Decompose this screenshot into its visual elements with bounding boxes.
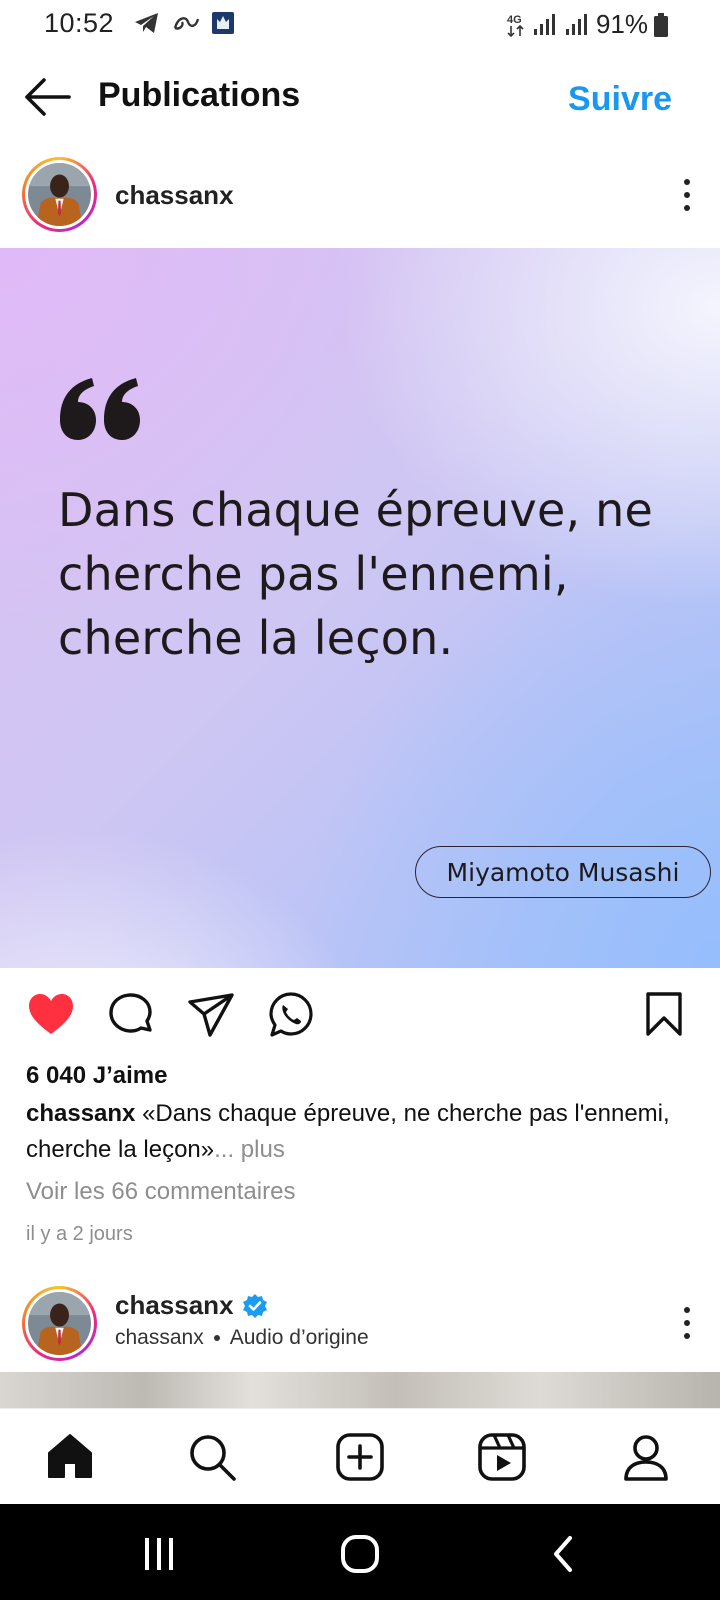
home-system-button[interactable] <box>340 1534 380 1574</box>
comment-icon <box>109 993 152 1033</box>
telegram-icon <box>135 13 158 33</box>
comment-button[interactable] <box>106 990 156 1040</box>
post-action-bar <box>0 980 720 1050</box>
system-navigation-bar <box>0 1504 720 1600</box>
verified-badge-icon <box>242 1293 267 1318</box>
post-image[interactable]: Dans chaque épreuve, ne cherche pas l'en… <box>0 248 720 968</box>
post-timestamp: il y a 2 jours <box>26 1223 133 1245</box>
quote-author: Miyamoto Musashi <box>415 846 711 898</box>
nav-create[interactable] <box>334 1431 386 1483</box>
create-icon <box>336 1433 384 1481</box>
home-button-icon <box>341 1535 379 1573</box>
heart-filled-icon <box>29 994 73 1034</box>
arrow-left-icon <box>25 78 71 116</box>
app-icon <box>173 17 200 30</box>
next-post-image[interactable] <box>0 1372 720 1408</box>
svg-text:4G: 4G <box>507 14 522 26</box>
next-post-username-row[interactable]: chassanx <box>115 1290 268 1321</box>
more-options-button[interactable] <box>680 176 694 216</box>
post-username[interactable]: chassanx <box>115 180 234 211</box>
share-button[interactable] <box>186 990 236 1040</box>
caption-more-link[interactable]: ... plus <box>214 1136 285 1163</box>
bottom-navigation <box>0 1408 720 1504</box>
quote-mark-icon <box>60 378 140 440</box>
avatar[interactable] <box>22 157 97 232</box>
nav-profile[interactable] <box>620 1431 672 1483</box>
quote-text: Dans chaque épreuve, ne cherche pas l'en… <box>58 483 653 665</box>
likes-count[interactable]: 6 040 J’aime <box>26 1062 167 1090</box>
nav-reels[interactable] <box>476 1431 528 1483</box>
back-icon <box>554 1536 572 1572</box>
next-post-subuser[interactable]: chassanx <box>115 1326 204 1350</box>
caption-username[interactable]: chassanx <box>26 1100 135 1127</box>
avatar-image <box>28 163 91 226</box>
next-post-username[interactable]: chassanx <box>115 1290 234 1321</box>
whatsapp-button[interactable] <box>266 990 316 1040</box>
recents-button[interactable] <box>139 1534 179 1574</box>
status-time: 10:52 <box>44 8 115 38</box>
battery-percent: 91% <box>595 9 648 39</box>
post-header: chassanx <box>0 150 720 242</box>
network-4g-icon: 4G <box>507 14 524 37</box>
home-icon <box>48 1434 92 1478</box>
bookmark-icon <box>646 992 682 1036</box>
reels-icon <box>478 1433 526 1481</box>
avatar-image <box>28 1292 91 1355</box>
send-icon <box>188 993 234 1037</box>
next-post-header: chassanx chassanx Audio d’origine <box>0 1280 720 1370</box>
next-post-subtitle: chassanx Audio d’origine <box>115 1326 369 1350</box>
game-icon <box>212 12 234 34</box>
save-button[interactable] <box>644 990 694 1040</box>
signal-icon <box>533 13 555 35</box>
separator-dot <box>213 1335 220 1341</box>
back-button[interactable] <box>22 74 72 120</box>
battery-icon <box>654 12 668 37</box>
profile-icon <box>624 1435 668 1481</box>
status-icons-left <box>134 12 234 34</box>
more-options-button[interactable] <box>680 1304 694 1344</box>
signal-icon <box>565 13 587 35</box>
audio-label[interactable]: Audio d’origine <box>230 1326 369 1350</box>
nav-search[interactable] <box>186 1431 238 1483</box>
status-icons-right: 4G 91% <box>506 9 668 40</box>
search-icon <box>190 1435 236 1481</box>
back-system-button[interactable] <box>544 1534 584 1574</box>
page-title: Publications <box>98 76 301 114</box>
whatsapp-icon <box>269 992 313 1037</box>
nav-home[interactable] <box>44 1431 96 1483</box>
more-vertical-icon <box>684 1307 690 1339</box>
like-button[interactable] <box>26 990 76 1040</box>
avatar[interactable] <box>22 1286 97 1361</box>
post-caption: chassanx «Dans chaque épreuve, ne cherch… <box>26 1096 696 1168</box>
app-header: Publications Suivre <box>0 60 720 140</box>
status-bar: 10:52 4G 91% <box>0 0 720 50</box>
follow-button[interactable]: Suivre <box>568 80 672 119</box>
more-vertical-icon <box>684 179 690 211</box>
recents-icon <box>145 1538 173 1570</box>
view-comments-link[interactable]: Voir les 66 commentaires <box>26 1178 295 1206</box>
